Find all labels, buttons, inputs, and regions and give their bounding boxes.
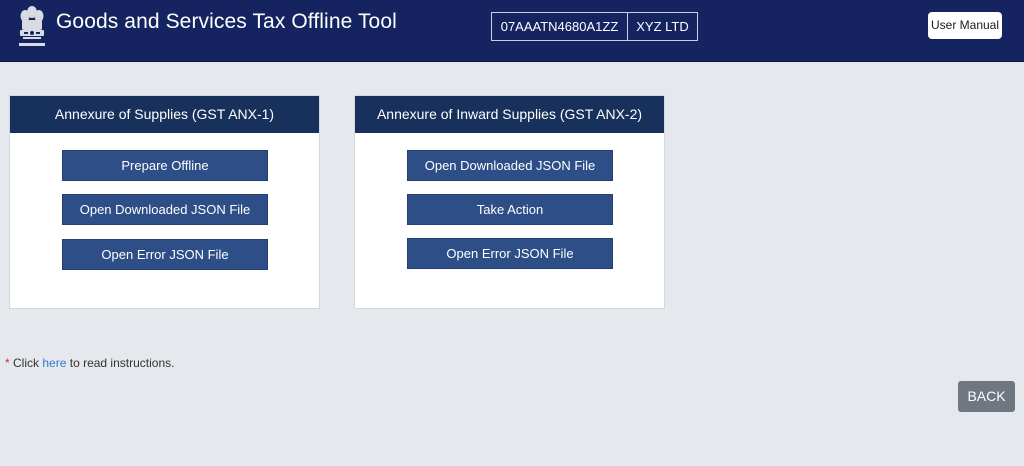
required-asterisk: * (5, 356, 10, 370)
app-title: Goods and Services Tax Offline Tool (56, 10, 397, 33)
anx2-open-downloaded-json-button[interactable]: Open Downloaded JSON File (407, 150, 613, 181)
back-button[interactable]: BACK (958, 381, 1015, 412)
anx1-card-title: Annexure of Supplies (GST ANX-1) (10, 96, 319, 133)
anx2-card: Annexure of Inward Supplies (GST ANX-2) … (354, 95, 665, 309)
instructions-link[interactable]: here (42, 356, 66, 370)
anx1-open-downloaded-json-button[interactable]: Open Downloaded JSON File (62, 194, 268, 225)
anx2-open-error-json-button[interactable]: Open Error JSON File (407, 238, 613, 269)
national-emblem-icon (19, 6, 45, 46)
take-action-button[interactable]: Take Action (407, 194, 613, 225)
app-header: Goods and Services Tax Offline Tool 07AA… (0, 0, 1024, 62)
company-name-display: XYZ LTD (627, 12, 698, 41)
anx2-card-title: Annexure of Inward Supplies (GST ANX-2) (355, 96, 664, 133)
prepare-offline-button[interactable]: Prepare Offline (62, 150, 268, 181)
anx1-open-error-json-button[interactable]: Open Error JSON File (62, 239, 268, 270)
note-prefix: Click (13, 356, 40, 370)
note-suffix: to read instructions. (69, 356, 175, 370)
anx1-card: Annexure of Supplies (GST ANX-1) Prepare… (9, 95, 320, 309)
instructions-note: * Click here to read instructions. (5, 356, 174, 370)
user-manual-button[interactable]: User Manual (928, 12, 1002, 39)
gstin-display: 07AAATN4680A1ZZ (491, 12, 628, 41)
